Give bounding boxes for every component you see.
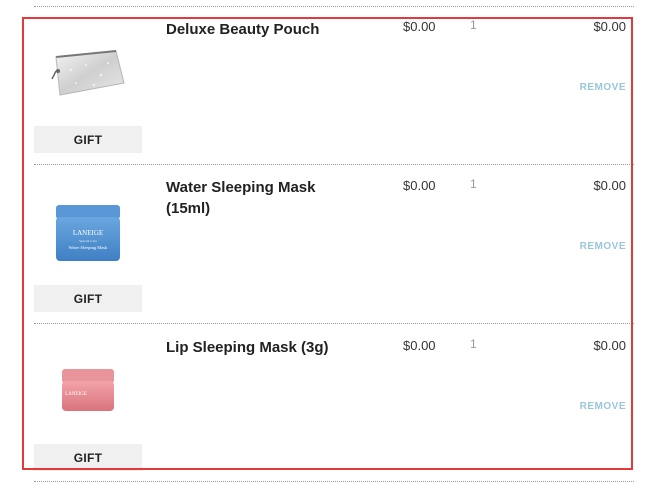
silver-pouch-icon: [34, 20, 142, 120]
product-name[interactable]: Water Sleeping Mask (15ml): [166, 177, 336, 219]
remove-button[interactable]: REMOVE: [580, 82, 626, 93]
remove-button[interactable]: REMOVE: [580, 241, 626, 252]
divider: [34, 323, 634, 324]
water-sleeping-mask-jar-icon: LANEIGE Special Care Water Sleeping Mask: [34, 179, 142, 279]
cart-item: GIFT Deluxe Beauty Pouch $0.00 1 $0.00 R…: [0, 6, 650, 165]
line-total: $0.00: [593, 338, 626, 353]
jar-brand: LANEIGE: [65, 392, 87, 397]
unit-price: $0.00: [403, 178, 436, 193]
jar-brand: LANEIGE: [73, 229, 103, 237]
jar-line2: Water Sleeping Mask: [69, 245, 108, 250]
gift-badge: GIFT: [34, 444, 142, 471]
remove-button[interactable]: REMOVE: [580, 401, 626, 412]
quantity: 1: [470, 177, 477, 191]
line-total: $0.00: [593, 178, 626, 193]
gift-badge: GIFT: [34, 285, 142, 312]
cart-item: LANEIGE Special Care Water Sleeping Mask…: [0, 165, 650, 324]
unit-price: $0.00: [403, 338, 436, 353]
lip-sleeping-mask-jar-icon: LANEIGE: [34, 339, 142, 439]
product-name[interactable]: Deluxe Beauty Pouch: [166, 19, 336, 40]
jar-line1: Special Care: [79, 239, 97, 243]
gift-badge: GIFT: [34, 126, 142, 153]
cart-item: LANEIGE GIFT Lip Sleeping Mask (3g) $0.0…: [0, 325, 650, 484]
unit-price: $0.00: [403, 19, 436, 34]
quantity: 1: [470, 337, 477, 351]
divider: [34, 481, 634, 482]
quantity: 1: [470, 18, 477, 32]
line-total: $0.00: [593, 19, 626, 34]
product-name[interactable]: Lip Sleeping Mask (3g): [166, 337, 336, 358]
